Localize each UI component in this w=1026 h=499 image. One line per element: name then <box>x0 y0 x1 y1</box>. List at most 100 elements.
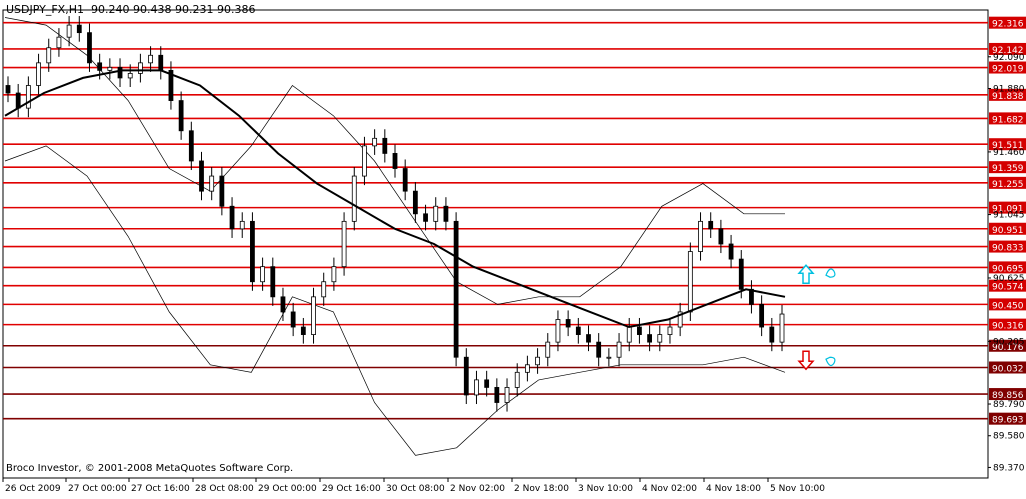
level-label: 90.316 <box>992 322 1024 332</box>
candle-body <box>209 175 215 192</box>
candle-body <box>127 73 133 79</box>
level-label: 91.682 <box>992 115 1024 125</box>
candle-body <box>708 220 714 230</box>
candle-body <box>484 379 490 388</box>
candle-body <box>616 341 622 358</box>
candle-body <box>56 36 62 49</box>
candle-body <box>351 175 357 222</box>
candle-body <box>229 205 235 230</box>
level-label: 90.032 <box>992 364 1024 374</box>
candle-body <box>25 85 31 109</box>
candle-body <box>280 296 286 313</box>
y-tick-label: 92.090 <box>993 53 1025 63</box>
x-tick-label: 30 Oct 08:00 <box>386 484 445 494</box>
chart-svg: 92.31692.14292.01991.83891.68291.51191.3… <box>0 0 1026 495</box>
candle-body <box>779 313 785 343</box>
candle-body <box>341 220 347 268</box>
y-tick-label: 89.370 <box>993 463 1025 473</box>
candle-body <box>535 356 540 366</box>
level-label: 90.833 <box>992 244 1024 254</box>
candle-body <box>545 341 551 358</box>
candle-body <box>188 130 194 162</box>
x-tick-label: 5 Nov 10:00 <box>770 484 825 494</box>
candle-body <box>321 281 327 298</box>
candle-body <box>606 356 612 359</box>
candle-body <box>372 137 378 147</box>
candle-body <box>433 205 439 222</box>
candle-body <box>667 326 673 335</box>
level-label: 89.693 <box>992 416 1024 426</box>
level-label: 92.316 <box>992 20 1024 30</box>
x-tick-label: 3 Nov 10:00 <box>578 484 633 494</box>
candle-body <box>494 387 500 403</box>
candle-body <box>647 334 653 343</box>
candle-body <box>239 220 245 230</box>
candle-body <box>575 326 581 335</box>
candle-body <box>66 24 72 38</box>
candle-body <box>759 303 765 328</box>
level-label: 90.695 <box>992 264 1024 274</box>
y-tick-label: 89.790 <box>993 400 1025 410</box>
candle-body <box>250 220 255 283</box>
candle-body <box>565 319 571 328</box>
chart-background <box>0 0 1026 495</box>
candle-body <box>76 24 82 34</box>
candle-body <box>524 364 530 373</box>
candle-body <box>46 47 52 64</box>
candle-body <box>596 341 602 358</box>
ohlc-values: 90.240 90.438 90.231 90.386 <box>91 3 256 16</box>
level-label: 90.450 <box>992 301 1024 311</box>
candle-body <box>158 54 164 71</box>
x-tick-label: 29 Oct 16:00 <box>322 484 381 494</box>
x-tick-label: 2 Nov 02:00 <box>450 484 505 494</box>
candle-body <box>443 205 449 222</box>
level-label: 91.255 <box>992 180 1024 190</box>
candle-body <box>698 220 703 252</box>
candle-body <box>300 326 306 335</box>
candle-body <box>738 258 744 290</box>
candle-body <box>718 228 724 245</box>
candle-body <box>260 266 266 283</box>
candle-body <box>199 160 204 192</box>
candle-body <box>311 296 316 335</box>
x-tick-label: 27 Oct 00:00 <box>68 484 127 494</box>
symbol-label: USDJPY_FX,H1 <box>6 3 84 16</box>
x-tick-label: 29 Oct 00:00 <box>258 484 317 494</box>
chart-title: USDJPY_FX,H1 90.240 90.438 90.231 90.386 <box>6 3 255 16</box>
chart-root: 92.316 92.142 92.019 91.838 91.682 91.511 91.3… <box>0 0 1026 495</box>
x-tick-label: 4 Nov 02:00 <box>642 484 697 494</box>
copyright-text: Broco Investor, © 2001-2008 MetaQuotes S… <box>6 463 294 474</box>
candle-body <box>382 137 388 154</box>
y-tick-label: 91.460 <box>993 148 1025 158</box>
candle-body <box>555 319 561 343</box>
candle-body <box>626 326 632 343</box>
candle-body <box>87 32 92 64</box>
candle-body <box>637 326 642 335</box>
candle-body <box>392 153 398 169</box>
candle-body <box>270 266 276 298</box>
y-tick-label: 90.625 <box>993 274 1025 284</box>
candle-body <box>97 62 103 71</box>
candle-body <box>412 190 418 215</box>
x-tick-label: 2 Nov 18:00 <box>514 484 569 494</box>
candle-body <box>15 92 21 109</box>
candle-body <box>453 220 459 358</box>
candle-body <box>728 243 734 260</box>
candle-body <box>219 175 225 207</box>
candle-body <box>402 168 408 192</box>
candle-body <box>463 356 469 396</box>
y-tick-label: 91.880 <box>993 85 1025 95</box>
candle-body <box>148 54 153 64</box>
candle-body <box>178 100 184 132</box>
candle-body <box>290 311 296 328</box>
level-label: 92.019 <box>992 65 1024 75</box>
candle-body <box>586 334 591 343</box>
candle-body <box>687 251 693 313</box>
candle-body <box>117 66 123 79</box>
candle-body <box>769 326 775 343</box>
candle-body <box>474 379 479 396</box>
level-label: 91.359 <box>992 164 1024 174</box>
y-tick-label: 89.580 <box>993 432 1025 442</box>
candle-body <box>36 62 41 86</box>
x-tick-label: 28 Oct 08:00 <box>195 484 254 494</box>
